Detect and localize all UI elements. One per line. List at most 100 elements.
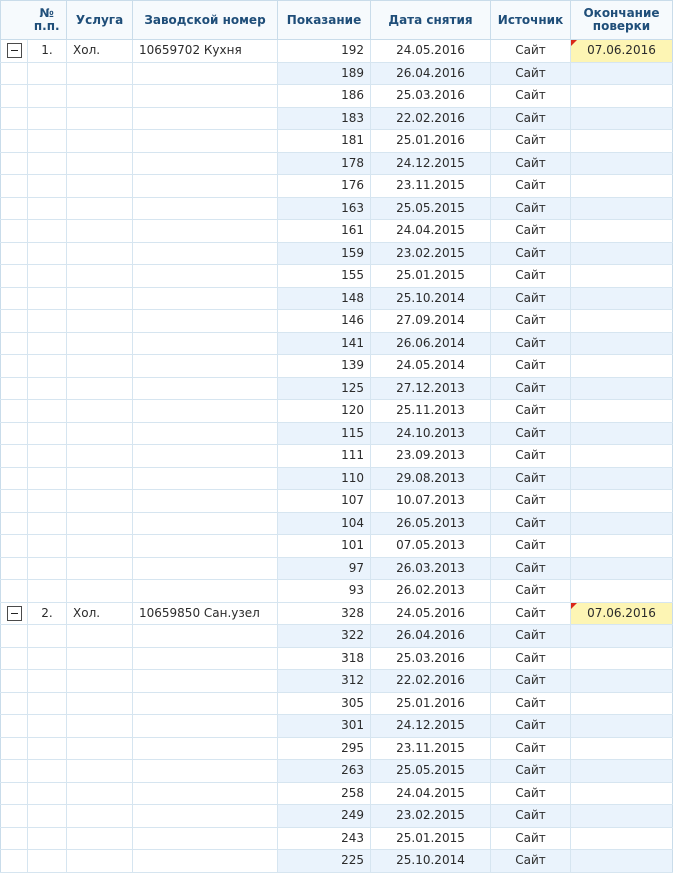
row-number — [27, 129, 67, 153]
collapse-icon[interactable] — [6, 43, 22, 59]
service-cell — [66, 107, 133, 130]
reading-date: 24.12.2015 — [370, 714, 491, 738]
toggle-cell — [0, 197, 28, 220]
reading-row: 243 25.01.2015 Сайт — [0, 827, 673, 850]
reading-date: 25.01.2015 — [370, 827, 491, 850]
reading-value: 115 — [277, 422, 371, 445]
serial-number-cell — [132, 647, 278, 670]
reading-row: 176 23.11.2015 Сайт — [0, 174, 673, 198]
toggle-cell — [0, 309, 28, 333]
reading-row: 97 26.03.2013 Сайт — [0, 557, 673, 580]
reading-date: 26.04.2016 — [370, 624, 491, 648]
serial-number-cell — [132, 827, 278, 850]
reading-row: 322 26.04.2016 Сайт — [0, 624, 673, 648]
service-cell: Хол. — [66, 39, 133, 63]
toggle-cell — [0, 647, 28, 670]
reading-value: 159 — [277, 242, 371, 265]
reading-value: 249 — [277, 804, 371, 828]
reading-row: 186 25.03.2016 Сайт — [0, 84, 673, 108]
reading-date: 24.12.2015 — [370, 152, 491, 175]
reading-date: 24.05.2014 — [370, 354, 491, 378]
collapse-icon[interactable] — [6, 605, 22, 621]
reading-date: 25.01.2015 — [370, 264, 491, 288]
header-source: Источник — [490, 0, 571, 40]
reading-value: 120 — [277, 399, 371, 423]
service-cell — [66, 557, 133, 580]
serial-number-cell — [132, 264, 278, 288]
toggle-cell — [0, 444, 28, 468]
service-cell — [66, 624, 133, 648]
reading-value: 322 — [277, 624, 371, 648]
reading-value: 295 — [277, 737, 371, 760]
table-body: 1. Хол. 10659702 Кухня 192 24.05.2016 Сайт 07.… — [0, 39, 673, 873]
toggle-cell — [0, 242, 28, 265]
serial-number-cell — [132, 332, 278, 355]
service-cell — [66, 242, 133, 265]
verification-end-cell — [570, 849, 673, 873]
reading-value: 139 — [277, 354, 371, 378]
toggle-cell — [0, 534, 28, 558]
row-number — [27, 399, 67, 423]
toggle-cell — [0, 264, 28, 288]
verification-end-cell — [570, 759, 673, 783]
row-number: 1. — [27, 39, 67, 63]
toggle-cell — [0, 354, 28, 378]
reading-value: 189 — [277, 62, 371, 85]
toggle-cell — [0, 422, 28, 445]
verification-end-cell — [570, 489, 673, 513]
reading-date: 07.05.2013 — [370, 534, 491, 558]
service-cell — [66, 422, 133, 445]
row-number — [27, 242, 67, 265]
reading-source: Сайт — [490, 197, 571, 220]
reading-value: 318 — [277, 647, 371, 670]
reading-row: 178 24.12.2015 Сайт — [0, 152, 673, 175]
service-cell — [66, 197, 133, 220]
reading-value: 155 — [277, 264, 371, 288]
reading-date: 10.07.2013 — [370, 489, 491, 513]
row-number — [27, 489, 67, 513]
reading-source: Сайт — [490, 647, 571, 670]
serial-number-cell — [132, 129, 278, 153]
reading-value: 141 — [277, 332, 371, 355]
verification-end-cell — [570, 219, 673, 243]
reading-value: 225 — [277, 849, 371, 873]
reading-source: Сайт — [490, 489, 571, 513]
reading-date: 24.04.2015 — [370, 219, 491, 243]
verification-end-cell — [570, 264, 673, 288]
reading-row: 163 25.05.2015 Сайт — [0, 197, 673, 220]
reading-source: Сайт — [490, 601, 571, 625]
row-number — [27, 444, 67, 468]
row-number — [27, 467, 67, 490]
row-number — [27, 647, 67, 670]
toggle-cell — [0, 579, 28, 603]
toggle-cell — [0, 601, 28, 625]
row-number — [27, 422, 67, 445]
serial-number-cell — [132, 759, 278, 783]
serial-number-cell — [132, 804, 278, 828]
reading-source: Сайт — [490, 174, 571, 198]
reading-source: Сайт — [490, 84, 571, 108]
serial-number-cell — [132, 512, 278, 535]
row-number — [27, 354, 67, 378]
row-number — [27, 557, 67, 580]
serial-number-cell — [132, 152, 278, 175]
header-serial: Заводской номер — [132, 0, 278, 40]
reading-value: 258 — [277, 782, 371, 805]
reading-date: 25.05.2015 — [370, 197, 491, 220]
service-cell — [66, 332, 133, 355]
reading-value: 312 — [277, 669, 371, 693]
toggle-cell — [0, 669, 28, 693]
service-cell — [66, 804, 133, 828]
reading-row: 301 24.12.2015 Сайт — [0, 714, 673, 738]
reading-value: 176 — [277, 174, 371, 198]
toggle-cell — [0, 287, 28, 310]
toggle-cell — [0, 714, 28, 738]
reading-value: 301 — [277, 714, 371, 738]
reading-row: 155 25.01.2015 Сайт — [0, 264, 673, 288]
header-service: Услуга — [66, 0, 133, 40]
row-number — [27, 624, 67, 648]
serial-number-cell — [132, 107, 278, 130]
reading-row: 318 25.03.2016 Сайт — [0, 647, 673, 670]
reading-source: Сайт — [490, 669, 571, 693]
reading-row: 305 25.01.2016 Сайт — [0, 692, 673, 715]
